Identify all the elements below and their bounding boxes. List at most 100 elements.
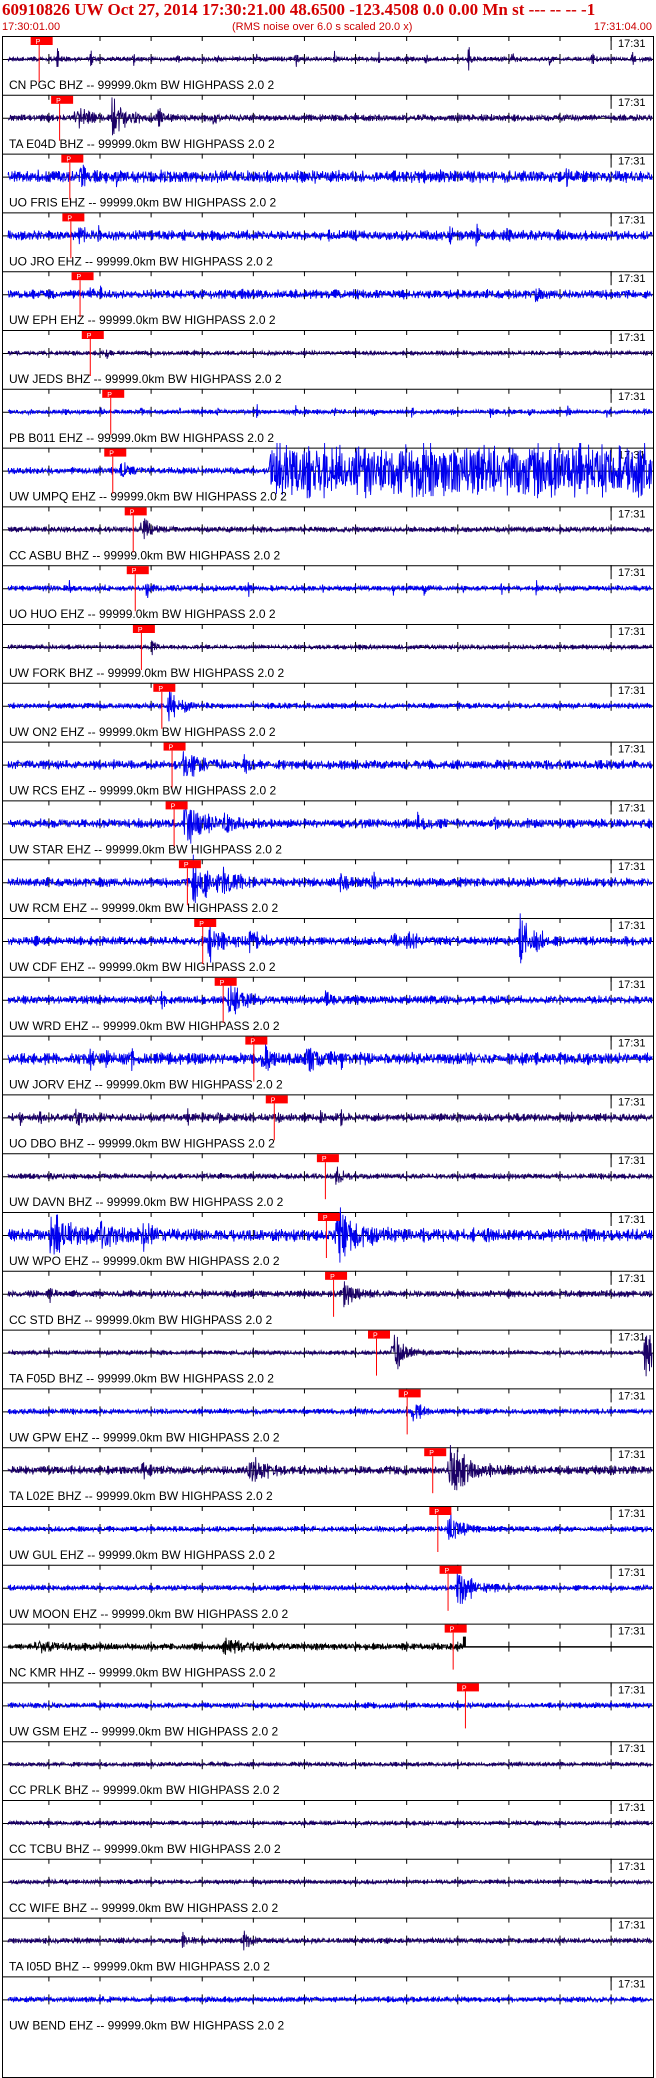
minute-mark-label: 17:31: [618, 1155, 646, 1167]
minute-mark-label: 17:31: [618, 1038, 646, 1050]
trace-row: 17:31 UW MOON EHZ -- 99999.0km BW HIGHPAS…: [2, 1564, 654, 1621]
station-label: UW MOON EHZ -- 99999.0km BW HIGHPASS 2.0…: [9, 1607, 288, 1621]
pick-label: P: [322, 1156, 327, 1163]
pick-marker: [163, 742, 186, 751]
start-time-label: 17:30:01.00: [2, 21, 61, 33]
pick-label: P: [250, 1039, 255, 1046]
pick-marker: [132, 625, 155, 633]
trace-row: 17:31 UO FRIS EHZ -- 99999.0km BW HIGHPAS…: [2, 153, 654, 210]
waveform: [7, 1166, 653, 1185]
trace-row: 17:31 UW STAR EHZ -- 99999.0km BW HIGHPAS…: [2, 800, 654, 856]
station-label: UW RCS EHZ -- 99999.0km BW HIGHPASS 2.0 …: [9, 784, 277, 798]
waveform: [7, 1877, 653, 1886]
waveform: [7, 97, 653, 136]
end-time-label: 17:31:04.00: [593, 21, 652, 33]
waveform: [7, 1760, 653, 1768]
station-label: NC KMR HHZ -- 99999.0km BW HIGHPASS 2.0 …: [9, 1666, 276, 1680]
station-label: UW EPH EHZ -- 99999.0km BW HIGHPASS 2.0 …: [9, 313, 276, 327]
minute-mark-label: 17:31: [618, 391, 646, 403]
pick-marker: [316, 1154, 339, 1163]
trace-row: 17:31 UW EPH EHZ -- 99999.0km BW HIGHPASS…: [2, 271, 654, 327]
pick-marker: [245, 1036, 268, 1045]
trace-row: 17:31 UW JEDS BHZ -- 99999.0km BW HIGHPAS…: [2, 330, 654, 386]
station-label: UW WPO EHZ -- 99999.0km BW HIGHPASS 2.0 …: [9, 1254, 280, 1268]
trace-row: 17:31 CC TCBU BHZ -- 99999.0km BW HIGHPAS…: [2, 1800, 654, 1856]
trace-row: 17:31 UW JORV EHZ -- 99999.0km BW HIGHPAS…: [2, 1035, 654, 1092]
trace-row: 17:31 TA E04D BHZ -- 99999.0km BW HIGHPAS…: [2, 94, 654, 151]
waveform: [7, 579, 652, 599]
pick-label: P: [373, 1333, 378, 1340]
station-label: UW STAR EHZ -- 99999.0km BW HIGHPASS 2.0…: [9, 842, 282, 856]
waveform-step: [462, 1636, 466, 1647]
trace-row: 17:31 CC STD BHZ -- 99999.0km BW HIGHPASS…: [2, 1270, 654, 1327]
pick-marker: [102, 389, 125, 398]
minute-mark-label: 17:31: [618, 156, 646, 168]
pick-marker: [51, 95, 74, 104]
station-label: UW UMPQ EHZ -- 99999.0km BW HIGHPASS 2.0…: [9, 490, 287, 504]
station-label: CC WIFE BHZ -- 99999.0km BW HIGHPASS 2.0…: [9, 1901, 279, 1915]
rms-note: (RMS noise over 6.0 s scaled 20.0 x): [232, 21, 413, 33]
pick-marker: [81, 331, 104, 339]
minute-mark-label: 17:31: [618, 1861, 646, 1873]
pick-label: P: [445, 1568, 450, 1575]
waveform: [7, 223, 653, 247]
waveform: [7, 1819, 653, 1827]
station-label: UW GSM EHZ -- 99999.0km BW HIGHPASS 2.0 …: [9, 1724, 279, 1738]
waveform: [7, 164, 653, 188]
pick-label: P: [429, 1450, 434, 1457]
pick-marker: [456, 1683, 479, 1692]
waveform: [7, 688, 653, 722]
station-label: UW BEND EHZ -- 99999.0km BW HIGHPASS 2.0…: [9, 2018, 285, 2032]
minute-mark-label: 17:31: [618, 1802, 646, 1814]
trace-row: 17:31 TA I05D BHZ -- 99999.0km BW HIGHPAS…: [2, 1917, 654, 1974]
minute-mark-label: 17:31: [618, 744, 646, 756]
minute-mark-label: 17:31: [618, 861, 646, 873]
pick-marker: [317, 1213, 340, 1221]
plot-header: 60910826 UW Oct 27, 2014 17:30:21.00 48.…: [0, 0, 656, 36]
pick-label: P: [434, 1509, 439, 1516]
minute-mark-label: 17:31: [618, 508, 646, 520]
station-label: UW JORV EHZ -- 99999.0km BW HIGHPASS 2.0…: [9, 1078, 283, 1092]
minute-mark-label: 17:31: [618, 802, 646, 814]
station-label: TA I05D BHZ -- 99999.0km BW HIGHPASS 2.0…: [9, 1960, 270, 1974]
trace-row: 17:31 UW RCM EHZ -- 99999.0km BW HIGHPASS…: [2, 854, 654, 915]
minute-mark-label: 17:31: [618, 1743, 646, 1755]
waveform: [7, 1930, 653, 1951]
station-label: UW JEDS BHZ -- 99999.0km BW HIGHPASS 2.0…: [9, 372, 282, 386]
waveform: [7, 1637, 652, 1655]
trace-row: 17:31 CC ASBU BHZ -- 99999.0km BW HIGHPAS…: [2, 506, 654, 562]
waveform: [7, 285, 653, 303]
pick-label: P: [66, 157, 71, 164]
pick-label: P: [138, 627, 143, 634]
pick-marker: [325, 1271, 348, 1280]
station-label: CC STD BHZ -- 99999.0km BW HIGHPASS 2.0 …: [9, 1313, 273, 1327]
trace-row: 17:31 UW CDF EHZ -- 99999.0km BW HIGHPASS…: [2, 913, 654, 974]
station-label: UW GUL EHZ -- 99999.0km BW HIGHPASS 2.0 …: [9, 1548, 275, 1562]
station-label: UW WRD EHZ -- 99999.0km BW HIGHPASS 2.0 …: [9, 1019, 280, 1033]
pick-marker: [62, 213, 85, 222]
waveform: [7, 751, 653, 777]
trace-row: 17:31 UW BEND EHZ -- 99999.0km BW HIGHPAS…: [2, 1976, 654, 2032]
minute-mark-label: 17:31: [618, 1096, 646, 1108]
pick-marker: [61, 154, 84, 163]
waveform: [7, 1404, 653, 1422]
minute-mark-label: 17:31: [618, 1626, 646, 1638]
trace-row: 17:31 TA L02E BHZ -- 99999.0km BW HIGHPAS…: [2, 1444, 654, 1503]
trace-row: 17:31 UW WRD EHZ -- 99999.0km BW HIGHPASS…: [2, 976, 654, 1033]
waveform: [7, 1571, 653, 1604]
station-label: CC TCBU BHZ -- 99999.0km BW HIGHPASS 2.0…: [9, 1842, 281, 1856]
station-label: UW DAVN BHZ -- 99999.0km BW HIGHPASS 2.0…: [9, 1195, 284, 1209]
minute-mark-label: 17:31: [618, 1920, 646, 1932]
minute-mark-label: 17:31: [618, 97, 646, 109]
minute-mark-label: 17:31: [618, 1214, 646, 1226]
waveform: [7, 805, 653, 844]
station-label: CC ASBU BHZ -- 99999.0km BW HIGHPASS 2.0…: [9, 548, 281, 562]
pick-label: P: [130, 509, 135, 516]
pick-label: P: [77, 274, 82, 281]
station-label: UW ON2 EHZ -- 99999.0km BW HIGHPASS 2.0 …: [9, 725, 276, 739]
minute-mark-label: 17:31: [618, 1390, 646, 1402]
pick-marker: [398, 1389, 421, 1398]
waveform: [7, 1334, 653, 1377]
waveform: [7, 349, 653, 359]
waveform: [7, 913, 653, 964]
